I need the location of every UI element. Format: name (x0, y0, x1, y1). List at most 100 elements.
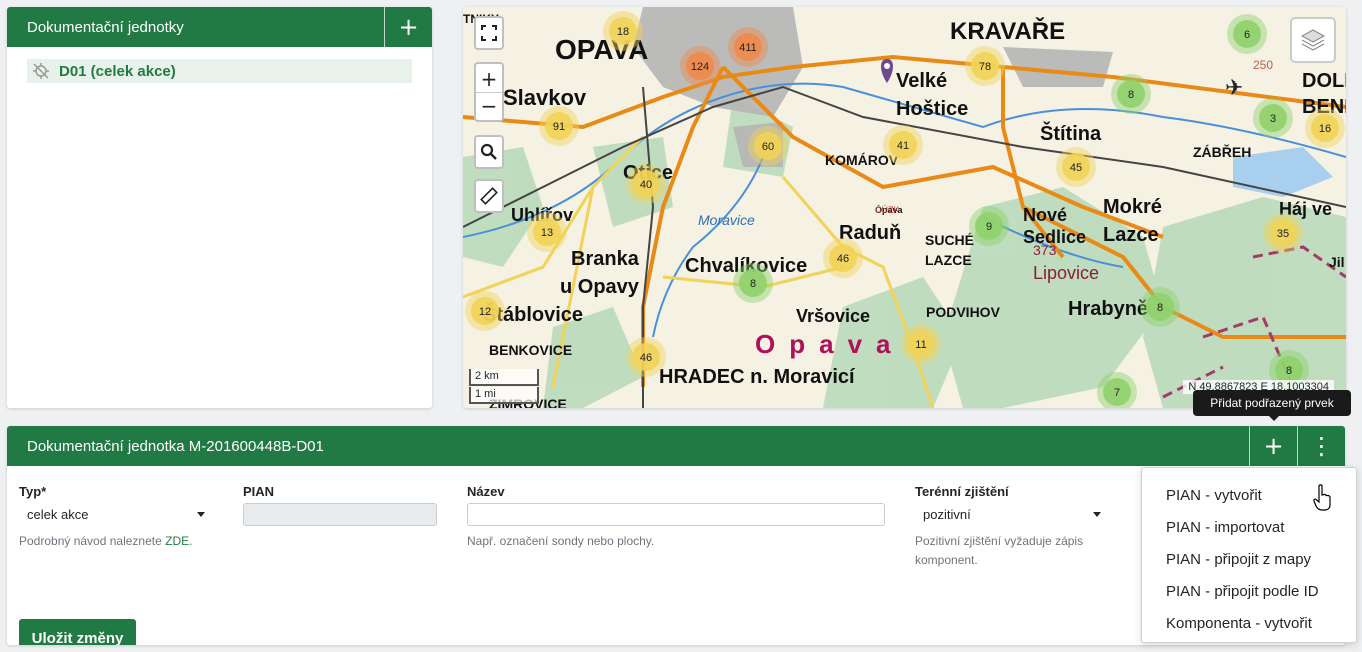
zoom-control: + − (474, 62, 504, 122)
map-cluster-marker: 41 (883, 125, 923, 165)
hand-cursor-icon (1313, 484, 1331, 511)
map-cluster-marker: 11 (901, 324, 941, 364)
map-cluster-marker: 40 (626, 164, 666, 204)
measure-control[interactable] (474, 179, 504, 213)
cluster-count: 16 (1319, 123, 1331, 135)
map-place-label: 250 (1253, 58, 1273, 72)
map-cluster-marker: 18 (603, 11, 643, 51)
fullscreen-control[interactable] (474, 16, 504, 50)
cluster-count: 45 (1070, 162, 1082, 174)
map-place-label: 373 (1033, 242, 1057, 258)
cluster-count: 41 (897, 140, 909, 152)
map-place-label: SUCHÉ (925, 232, 974, 248)
terenni-zjisteni-hint: Pozitivní zjištění vyžaduje zápis kompon… (915, 532, 1083, 570)
typ-label: Typ* (19, 484, 47, 499)
map-cluster-marker: 12 (465, 291, 505, 331)
map-place-label: Mokré (1103, 196, 1162, 218)
search-icon[interactable] (480, 143, 498, 161)
scale-km: 2 km (469, 369, 539, 386)
map-place-label: Opava (755, 329, 905, 359)
more-options-button[interactable]: ⋮ (1297, 426, 1345, 466)
map-panel[interactable]: OPAVAKRAVAŘEVelkéHošticeSlavkovOticeKOMÁ… (463, 7, 1346, 408)
pian-label: PIAN (243, 484, 275, 499)
map-place-label: u Opavy (560, 276, 640, 298)
map-place-label: ČÚZK (875, 205, 900, 215)
tz-hint-line1: Pozitivní zjištění vyžaduje zápis (915, 534, 1084, 548)
dokumentacni-jednotky-panel: Dokumentační jednotky + D01 (celek akce) (7, 7, 432, 408)
cluster-count: 18 (617, 26, 629, 38)
map-place-label: LAZCE (925, 252, 972, 268)
scale-mi: 1 mi (469, 387, 539, 404)
detail-panel-title: Dokumentační jednotka M-201600448B-D01 (27, 437, 324, 455)
cluster-count: 9 (986, 221, 992, 233)
zoom-out-button[interactable]: − (476, 93, 502, 119)
pian-field (243, 503, 437, 526)
map-canvas[interactable]: OPAVAKRAVAŘEVelkéHošticeSlavkovOticeKOMÁ… (463, 7, 1346, 408)
cluster-count: 13 (541, 227, 553, 239)
typ-value: celek akce (27, 507, 89, 522)
map-cluster-marker: 124 (680, 46, 720, 86)
cluster-count: 46 (837, 253, 849, 265)
map-cluster-marker: 411 (728, 27, 768, 67)
layers-icon[interactable] (1300, 27, 1326, 53)
map-place-label: ZÁBŘEH (1193, 143, 1251, 160)
save-button[interactable]: Uložit změny (19, 619, 136, 645)
location-off-icon (33, 63, 49, 79)
map-cluster-marker: 45 (1056, 147, 1096, 187)
tree-panel-header: Dokumentační jednotky + (7, 7, 432, 47)
detail-panel-header: Dokumentační jednotka M-201600448B-D01 +… (7, 426, 1345, 466)
map-cluster-marker: 13 (527, 212, 567, 252)
add-unit-button[interactable]: + (384, 7, 432, 47)
map-place-label: Jil (1329, 254, 1345, 270)
map-cluster-marker: 8 (1111, 74, 1151, 114)
map-place-label: DOLNÍ (1302, 69, 1346, 92)
map-place-label: Slavkov (503, 85, 587, 110)
menu-item-komponenta-vytvorit[interactable]: Komponenta - vytvořit (1142, 607, 1356, 639)
ruler-icon[interactable] (479, 186, 499, 206)
search-control[interactable] (474, 135, 504, 169)
map-cluster-marker: 3 (1253, 98, 1293, 138)
cluster-count: 124 (691, 61, 709, 73)
typ-hint: Podrobný návod naleznete ZDE. (19, 532, 192, 551)
map-cluster-marker: 35 (1263, 213, 1303, 253)
map-cluster-marker: 78 (965, 46, 1005, 86)
layers-button[interactable] (1290, 17, 1336, 63)
cluster-count: 8 (750, 278, 756, 290)
map-place-label: KRAVAŘE (950, 17, 1065, 45)
cluster-count: 35 (1277, 228, 1289, 240)
nazev-hint: Např. označení sondy nebo plochy. (467, 534, 655, 548)
nazev-input[interactable] (467, 503, 885, 526)
tz-hint-line2: komponent. (915, 553, 978, 567)
map-place-label: Moravice (698, 212, 755, 228)
cluster-count: 3 (1270, 113, 1276, 125)
terenni-zjisteni-select[interactable]: pozitivní (915, 503, 1109, 526)
map-place-label: PODVIHOV (926, 304, 1001, 320)
typ-hint-link[interactable]: ZDE (165, 534, 189, 548)
map-place-label: BENKOVICE (489, 342, 572, 358)
map-cluster-marker: 91 (539, 106, 579, 146)
terenni-zjisteni-label: Terénní zjištění (915, 484, 1009, 499)
typ-hint-text: Podrobný návod naleznete (19, 534, 162, 548)
cluster-count: 78 (979, 61, 991, 73)
menu-item-pian-pripojit-podle-id[interactable]: PIAN - připojit podle ID (1142, 575, 1356, 607)
chevron-down-icon (197, 512, 205, 517)
fullscreen-icon[interactable] (480, 24, 498, 42)
map-cluster-marker: 8 (1140, 287, 1180, 327)
map-cluster-marker: 16 (1305, 108, 1345, 148)
map-cluster-marker: 9 (969, 206, 1009, 246)
map-place-label: Velké (896, 70, 947, 92)
zoom-in-button[interactable]: + (476, 66, 502, 92)
map-place-label: Nové (1023, 205, 1067, 225)
cluster-count: 7 (1114, 387, 1120, 399)
tree-item-d01[interactable]: D01 (celek akce) (27, 59, 412, 83)
add-child-button[interactable]: + (1249, 426, 1297, 466)
cluster-count: 46 (640, 352, 652, 364)
menu-item-pian-importovat[interactable]: PIAN - importovat (1142, 511, 1356, 543)
cluster-count: 12 (479, 306, 491, 318)
cluster-count: 8 (1128, 89, 1134, 101)
typ-select[interactable]: celek akce (19, 503, 213, 526)
map-cluster-marker: 46 (823, 238, 863, 278)
menu-item-pian-pripojit-z-mapy[interactable]: PIAN - připojit z mapy (1142, 543, 1356, 575)
map-place-label: Hoštice (896, 98, 968, 120)
map-cluster-marker: 46 (626, 337, 666, 377)
